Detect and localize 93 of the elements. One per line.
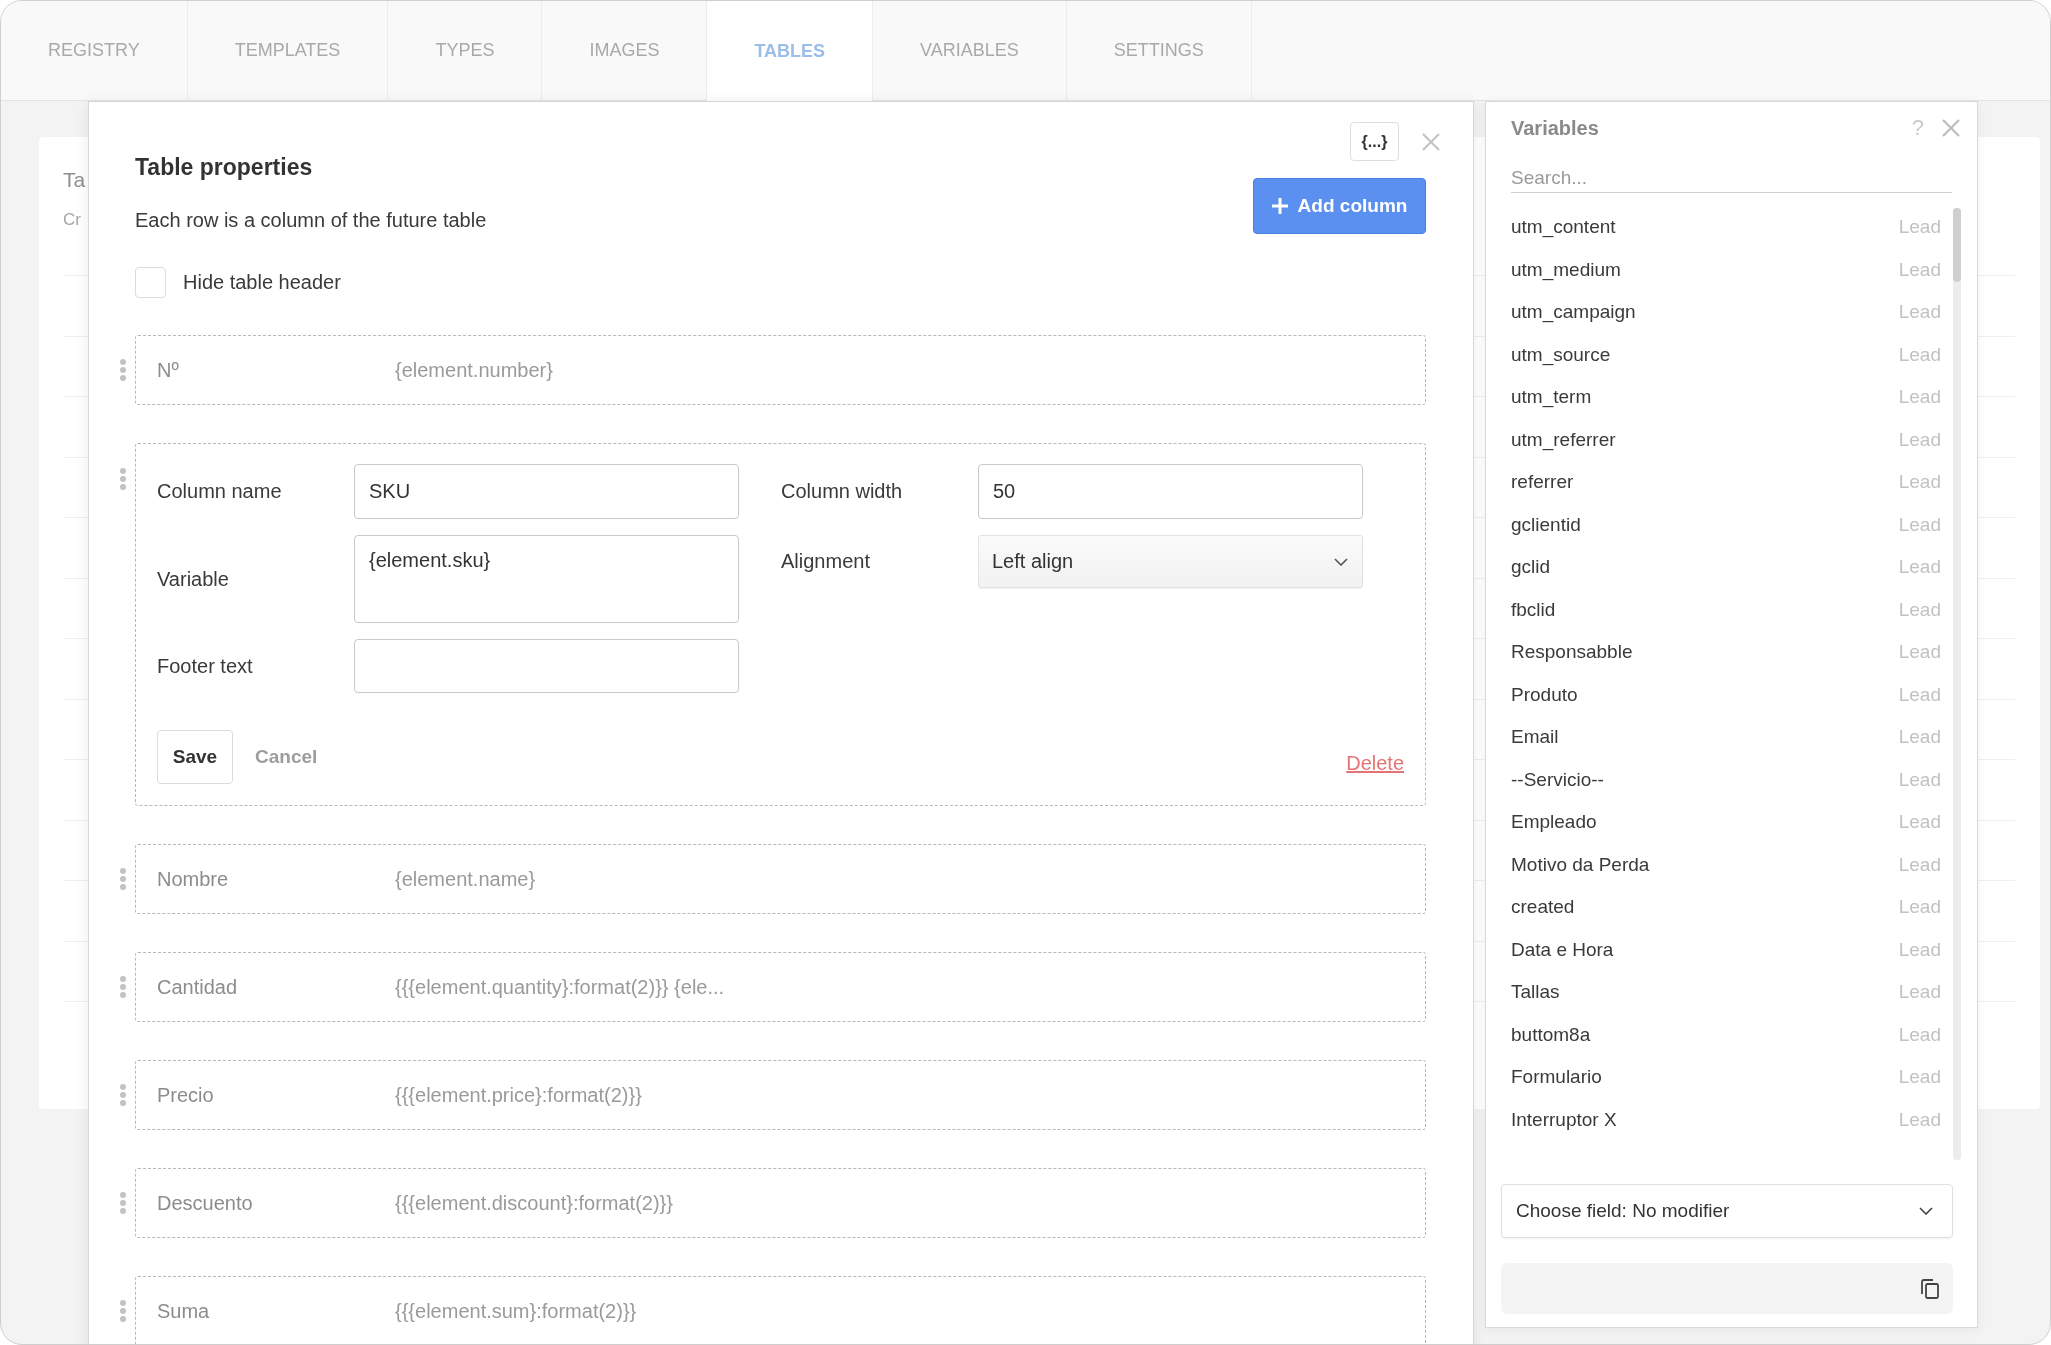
variable-name[interactable]: Email xyxy=(1511,726,1559,749)
variable-name[interactable]: buttom8a xyxy=(1511,1023,1591,1046)
variable-name[interactable]: utm_campaign xyxy=(1511,301,1636,324)
variable-source: Lead xyxy=(1898,896,1941,919)
chevron-down-icon xyxy=(1334,557,1348,566)
dialog-title: Table properties xyxy=(135,153,314,182)
scrollbar-track[interactable] xyxy=(1953,208,1961,1160)
checkbox[interactable] xyxy=(135,267,166,298)
variable-source: Lead xyxy=(1898,471,1941,494)
alignment-select[interactable]: Left align xyxy=(978,535,1363,588)
drag-handle-icon[interactable] xyxy=(120,359,126,381)
variable-name[interactable]: utm_content xyxy=(1511,216,1616,239)
variable-name[interactable]: created xyxy=(1511,896,1575,919)
footer-text-input[interactable] xyxy=(354,639,739,693)
close-icon[interactable] xyxy=(1422,132,1440,151)
variable-name[interactable]: --Servicio-- xyxy=(1511,768,1604,791)
column-name: Precio xyxy=(157,1083,215,1107)
variable-name[interactable]: utm_medium xyxy=(1511,258,1621,281)
field-label: Column name xyxy=(157,480,283,503)
variable-name[interactable]: Produto xyxy=(1511,683,1578,706)
variable-source: Lead xyxy=(1898,258,1941,281)
variable-name[interactable]: Empleado xyxy=(1511,811,1597,834)
field-label: Footer text xyxy=(157,654,254,678)
scrollbar-thumb[interactable] xyxy=(1953,208,1961,282)
variable-source: Lead xyxy=(1898,343,1941,366)
variable-source: Lead xyxy=(1898,981,1941,1004)
column-name: Descuento xyxy=(157,1191,254,1215)
field-label: Column width xyxy=(781,480,904,503)
plus-icon xyxy=(1271,198,1288,214)
variable-source: Lead xyxy=(1898,853,1941,876)
field-label: Variable xyxy=(157,567,230,591)
column-name: Nombre xyxy=(157,867,230,891)
variable-input[interactable]: {element.sku} xyxy=(354,535,739,623)
modifier-select[interactable]: Choose field: No modifier xyxy=(1501,1184,1953,1238)
variable-name[interactable]: fbclid xyxy=(1511,598,1556,621)
dialog-subtitle: Each row is a column of the future table xyxy=(135,208,487,233)
chevron-down-icon xyxy=(1919,1207,1933,1215)
variable-source: Lead xyxy=(1898,811,1941,834)
variable-name[interactable]: utm_referrer xyxy=(1511,428,1616,451)
variable-source: Lead xyxy=(1898,1023,1941,1046)
variable-name[interactable]: Motivo da Perda xyxy=(1511,853,1650,876)
column-variable: {{{element.discount}:format(2)}} xyxy=(395,1191,673,1215)
drag-handle-icon[interactable] xyxy=(120,468,126,490)
checkbox-label[interactable]: Hide table header xyxy=(183,271,341,294)
variable-source: Lead xyxy=(1898,386,1941,409)
page-subtitle: Cr xyxy=(63,210,81,229)
variable-source: Lead xyxy=(1898,216,1941,239)
variable-name[interactable]: Responsabble xyxy=(1511,641,1633,664)
variable-source: Lead xyxy=(1898,598,1941,621)
variable-source: Lead xyxy=(1898,1066,1941,1089)
variable-source: Lead xyxy=(1898,1108,1941,1131)
column-variable: {element.number} xyxy=(395,358,553,382)
variable-source: Lead xyxy=(1898,641,1941,664)
field-label: Alignment xyxy=(781,549,871,574)
drag-handle-icon[interactable] xyxy=(120,1192,126,1214)
variable-source: Lead xyxy=(1898,428,1941,451)
panel-title: Variables xyxy=(1511,116,1599,140)
variable-source: Lead xyxy=(1898,683,1941,706)
drag-handle-icon[interactable] xyxy=(120,1084,126,1106)
column-variable: {element.name} xyxy=(395,867,536,891)
variable-source: Lead xyxy=(1898,556,1941,579)
page-title: Ta xyxy=(63,167,86,193)
variables-button[interactable]: {...} xyxy=(1350,122,1399,161)
variable-name[interactable]: referrer xyxy=(1511,471,1574,494)
variable-name[interactable]: utm_term xyxy=(1511,386,1592,409)
drag-handle-icon[interactable] xyxy=(120,976,126,998)
column-name: Cantidad xyxy=(157,975,239,999)
variable-name[interactable]: gclid xyxy=(1511,556,1551,579)
close-icon[interactable] xyxy=(1942,119,1960,137)
variable-source: Lead xyxy=(1898,938,1941,961)
column-name: Suma xyxy=(157,1299,211,1323)
variable-source: Lead xyxy=(1898,768,1941,791)
variable-name[interactable]: utm_source xyxy=(1511,343,1611,366)
copy-icon[interactable] xyxy=(1921,1278,1939,1299)
column-width-input[interactable]: 50 xyxy=(978,464,1363,519)
variable-source: Lead xyxy=(1898,301,1941,324)
variable-name[interactable]: Interruptor X xyxy=(1511,1108,1617,1131)
search-field[interactable]: Search... xyxy=(1511,164,1952,193)
column-name: Nº xyxy=(157,358,180,382)
save-button[interactable]: Save xyxy=(157,730,233,784)
variable-source: Lead xyxy=(1898,513,1941,536)
variable-source: Lead xyxy=(1898,726,1941,749)
column-variable: {{{element.sum}:format(2)}} xyxy=(395,1299,637,1323)
drag-handle-icon[interactable] xyxy=(120,1300,126,1322)
column-variable: {{{element.quantity}:format(2)}} {ele... xyxy=(395,975,725,999)
variable-name[interactable]: gclientid xyxy=(1511,513,1581,536)
column-name-input[interactable]: SKU xyxy=(354,464,739,519)
variable-name[interactable]: Formulario xyxy=(1511,1066,1602,1089)
variable-name[interactable]: Data e Hora xyxy=(1511,938,1614,961)
column-variable: {{{element.price}:format(2)}} xyxy=(395,1083,642,1107)
drag-handle-icon[interactable] xyxy=(120,868,126,890)
variable-name[interactable]: Tallas xyxy=(1511,981,1560,1004)
output-field[interactable] xyxy=(1501,1263,1953,1314)
